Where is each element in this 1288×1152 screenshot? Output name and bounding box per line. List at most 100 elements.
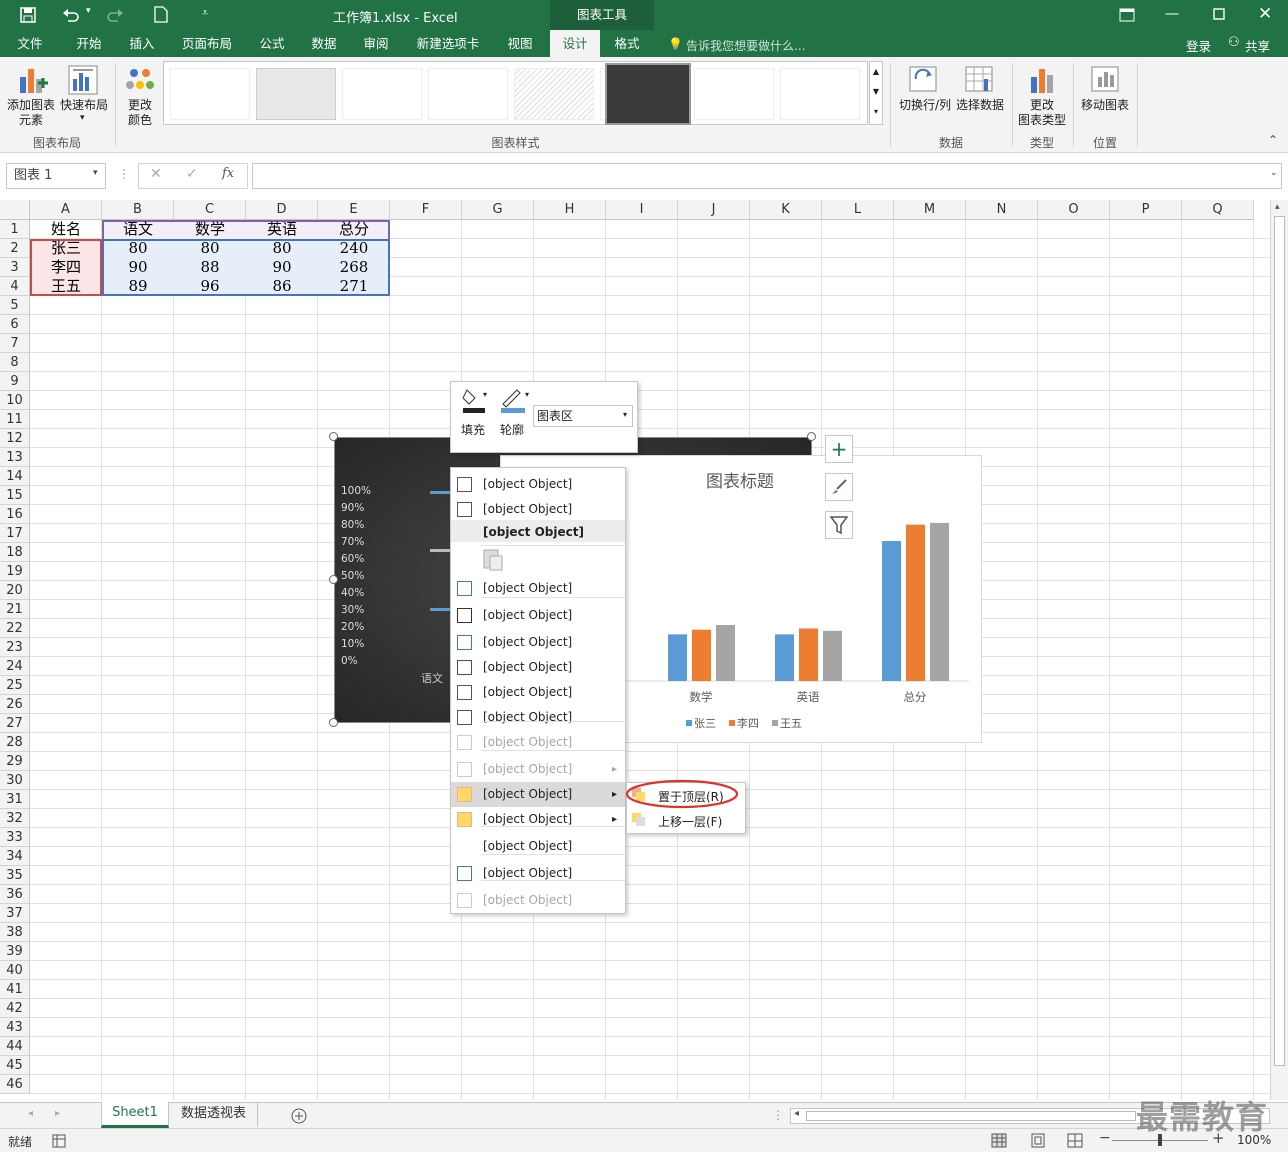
column-header[interactable]: Q (1182, 200, 1254, 220)
redo-icon[interactable] (106, 7, 124, 23)
bar-王五-数学[interactable] (716, 625, 735, 681)
close-button[interactable]: ✕ (1258, 4, 1272, 24)
column-header[interactable]: C (174, 200, 246, 220)
table-cell[interactable]: 96 (174, 277, 246, 296)
login-link[interactable]: 登录 (1186, 36, 1211, 55)
page-layout-view-icon[interactable] (1030, 1133, 1046, 1148)
row-header[interactable]: 20 (0, 581, 30, 600)
undo-dropdown-icon[interactable]: ▾ (86, 6, 91, 16)
tab-file[interactable]: 文件 (8, 30, 52, 57)
bar-王五-英语[interactable] (823, 630, 842, 681)
column-header[interactable]: N (966, 200, 1038, 220)
submenu-bring-forward[interactable]: 上移一层(F) (658, 813, 722, 830)
column-header[interactable]: H (534, 200, 606, 220)
undo-icon[interactable] (62, 7, 80, 23)
row-header[interactable]: 39 (0, 942, 30, 961)
add-chart-element-label2[interactable]: 元素 (4, 113, 58, 128)
row-header[interactable]: 4 (0, 277, 30, 296)
row-header[interactable]: 38 (0, 923, 30, 942)
select-all-corner[interactable] (0, 200, 30, 220)
bar-王五-总分[interactable] (930, 522, 949, 681)
vertical-scrollbar[interactable]: ▴ (1270, 200, 1288, 1100)
column-header[interactable]: G (462, 200, 534, 220)
new-sheet-icon[interactable] (291, 1108, 307, 1124)
scroll-sheets-right-icon[interactable]: ▸ (55, 1108, 60, 1119)
menu-item-pivotchart-options[interactable]: [object Object] (451, 888, 625, 913)
row-header[interactable]: 42 (0, 999, 30, 1018)
menu-item-format-chart-area[interactable]: [object Object] (451, 861, 625, 886)
row-header[interactable]: 17 (0, 524, 30, 543)
row-header[interactable]: 1 (0, 220, 30, 239)
customize-qat-icon[interactable]: ⩡ (202, 6, 208, 20)
row-header[interactable]: 30 (0, 771, 30, 790)
sheet-tab-pivot[interactable]: 数据透视表 (170, 1103, 258, 1127)
outline-icon[interactable] (499, 386, 525, 414)
horizontal-scroll-thumb[interactable] (806, 1111, 1136, 1121)
macro-record-icon[interactable] (52, 1134, 66, 1148)
table-cell[interactable]: 80 (102, 239, 174, 258)
bar-张三-总分[interactable] (882, 541, 901, 681)
change-chart-type-label2[interactable]: 图表类型 (1014, 113, 1070, 128)
table-header-cell[interactable]: 姓名 (30, 220, 102, 239)
table-cell[interactable]: 80 (174, 239, 246, 258)
resize-handle-sw[interactable] (329, 718, 338, 727)
tab-view[interactable]: 视图 (498, 30, 542, 57)
row-header[interactable]: 29 (0, 752, 30, 771)
scroll-left-icon[interactable]: ◂ (794, 1108, 799, 1119)
row-header[interactable]: 45 (0, 1056, 30, 1075)
resize-handle-nw[interactable] (329, 432, 338, 441)
column-header[interactable]: O (1038, 200, 1110, 220)
row-header[interactable]: 43 (0, 1018, 30, 1037)
insert-function-icon[interactable]: fx (222, 166, 234, 181)
menu-item-copy[interactable]: [object Object] (451, 497, 625, 522)
row-header[interactable]: 35 (0, 866, 30, 885)
tab-page-layout[interactable]: 页面布局 (172, 30, 242, 57)
row-header[interactable]: 34 (0, 847, 30, 866)
element-select-dropdown-icon[interactable]: ▾ (623, 410, 627, 419)
tab-review[interactable]: 审阅 (354, 30, 398, 57)
table-cell[interactable]: 88 (174, 258, 246, 277)
table-cell[interactable]: 90 (102, 258, 174, 277)
table-cell[interactable]: 80 (246, 239, 318, 258)
row-header[interactable]: 37 (0, 904, 30, 923)
menu-item-font[interactable]: [object Object] (451, 603, 625, 628)
bar-张三-英语[interactable] (775, 634, 794, 681)
row-header[interactable]: 21 (0, 600, 30, 619)
chart-style-7-selected[interactable] (605, 63, 691, 125)
expand-formula-icon[interactable]: ⌄ (1270, 168, 1278, 178)
minimize-button[interactable]: — (1165, 6, 1179, 22)
row-header[interactable]: 6 (0, 315, 30, 334)
row-header[interactable]: 31 (0, 790, 30, 809)
legend-entry[interactable]: 张三 (694, 717, 716, 730)
scroll-up-icon[interactable]: ▴ (1275, 202, 1280, 212)
row-header[interactable]: 40 (0, 961, 30, 980)
chart-element-select[interactable]: 图表区 (533, 405, 633, 427)
quick-layout-icon[interactable] (68, 65, 98, 95)
menu-item-group[interactable]: [object Object] ▸ (451, 757, 625, 782)
table-header-cell[interactable]: 数学 (174, 220, 246, 239)
row-header[interactable]: 24 (0, 657, 30, 676)
column-header[interactable]: M (894, 200, 966, 220)
table-cell[interactable]: 张三 (30, 239, 102, 258)
change-chart-type-label[interactable]: 更改 (1014, 98, 1070, 113)
new-file-icon[interactable] (154, 6, 168, 23)
row-header[interactable]: 9 (0, 372, 30, 391)
row-header[interactable]: 22 (0, 619, 30, 638)
column-header[interactable]: K (750, 200, 822, 220)
resize-handle-ne[interactable] (807, 432, 816, 441)
zoom-out-button[interactable]: − (1099, 1130, 1111, 1146)
chart-filters-button[interactable] (825, 511, 853, 539)
row-header[interactable]: 8 (0, 353, 30, 372)
enter-icon[interactable]: ✓ (186, 166, 198, 182)
column-header[interactable]: I (606, 200, 678, 220)
add-chart-element-icon[interactable] (18, 65, 48, 95)
cancel-icon[interactable]: ✕ (150, 166, 162, 182)
row-header[interactable]: 5 (0, 296, 30, 315)
menu-item-assign-macro[interactable]: [object Object] (451, 834, 625, 859)
change-colors-label[interactable]: 更改 (118, 98, 162, 113)
column-header[interactable]: D (246, 200, 318, 220)
row-header[interactable]: 2 (0, 239, 30, 258)
column-header[interactable]: P (1110, 200, 1182, 220)
table-cell[interactable]: 89 (102, 277, 174, 296)
table-cell[interactable]: 86 (246, 277, 318, 296)
